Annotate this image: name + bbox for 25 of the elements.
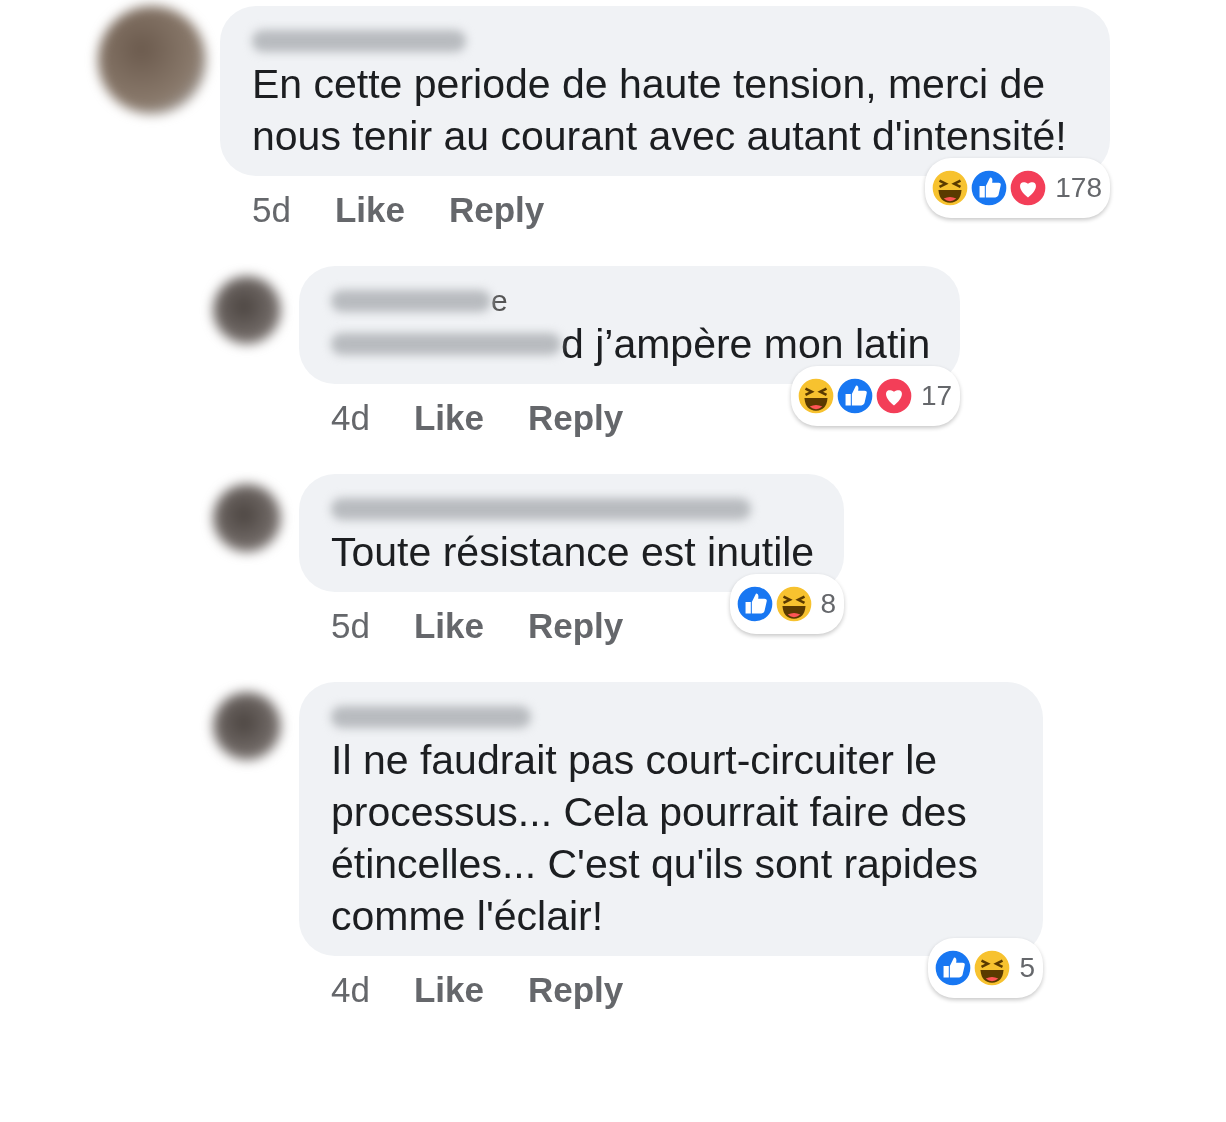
reactions-summary[interactable]: 178 [925, 158, 1110, 218]
avatar[interactable] [213, 276, 281, 344]
like-link[interactable]: Like [413, 600, 484, 682]
reply-link[interactable]: Reply [528, 964, 624, 1046]
comment-text: d j’ampère mon latin [561, 320, 931, 369]
avatar[interactable] [213, 484, 281, 552]
reply-link[interactable]: Reply [528, 600, 624, 682]
comment-text: Il ne faudrait pas court-circuiter le processus... Cela pourrait faire des étincelles... C'est qu'ils sont rapides comme l'éclair! [331, 736, 979, 941]
timestamp[interactable]: 5d [331, 600, 370, 682]
reactions-summary[interactable]: 8 [729, 574, 845, 634]
reply-link[interactable]: Reply [449, 184, 545, 266]
reactions-summary[interactable]: 5 [928, 938, 1043, 998]
reactions-summary[interactable]: 17 [791, 366, 961, 426]
like-link[interactable]: Like [413, 392, 484, 474]
avatar[interactable] [98, 6, 206, 114]
author-name[interactable]: e [491, 275, 508, 327]
avatar[interactable] [213, 692, 281, 760]
timestamp[interactable]: 5d [252, 184, 291, 266]
like-link[interactable]: Like [334, 184, 405, 266]
timestamp[interactable]: 4d [331, 392, 370, 474]
comment-text: En cette periode de haute tension, merci de nous tenir au courant avec autant d'intensité! [252, 60, 1068, 161]
like-link[interactable]: Like [413, 964, 484, 1046]
comment-text: Toute résistance est inutile [331, 528, 815, 577]
timestamp[interactable]: 4d [331, 964, 370, 1046]
reply-link[interactable]: Reply [528, 392, 624, 474]
